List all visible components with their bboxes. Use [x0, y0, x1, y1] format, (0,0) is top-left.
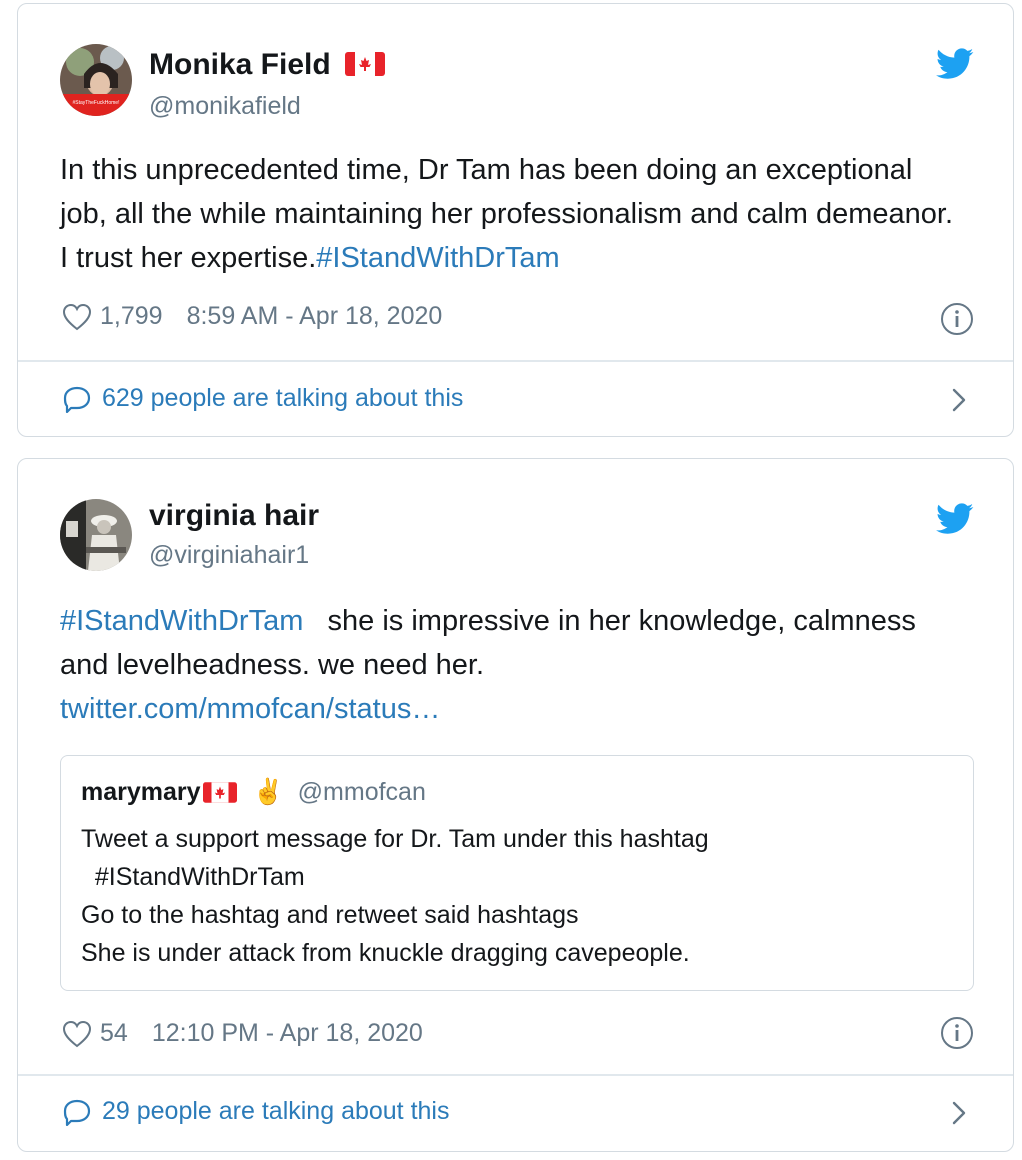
author-name[interactable]: virginia hair	[149, 499, 319, 533]
timestamp[interactable]: 12:10 PM - Apr 18, 2020	[152, 1019, 423, 1048]
quoted-author-handle: @mmofcan	[297, 778, 426, 806]
author-name[interactable]: Monika Field	[149, 48, 386, 82]
avatar[interactable]	[60, 499, 132, 571]
like-count[interactable]: 54	[100, 1019, 128, 1048]
conversation-count: 629 people are talking about this	[102, 384, 464, 412]
chevron-right-icon[interactable]	[950, 386, 968, 414]
hashtag-link[interactable]: #IStandWithDrTam	[60, 605, 303, 637]
tweet-card: #StayTheFuckHome! Monika Field @monikafi…	[17, 3, 1014, 437]
twitter-bird-icon[interactable]	[936, 503, 974, 535]
quoted-tweet[interactable]: marymary ✌️ @mmofcan Tweet a support mes…	[60, 755, 974, 991]
canada-flag	[202, 782, 237, 803]
twitter-bird-icon[interactable]	[936, 48, 974, 80]
heart-icon[interactable]	[62, 303, 92, 331]
heart-icon[interactable]	[62, 1020, 92, 1048]
quoted-tweet-text: Tweet a support message for Dr. Tam unde…	[81, 825, 709, 967]
tweet-card: virginia hair @virginiahair1 #IStandWith…	[17, 458, 1014, 1152]
canada-flag	[345, 52, 386, 77]
avatar-image	[60, 499, 132, 571]
reply-bubble-icon	[63, 386, 91, 413]
author-handle[interactable]: @virginiahair1	[149, 541, 309, 570]
info-icon[interactable]	[940, 302, 974, 336]
quoted-tweet-link[interactable]: twitter.com/mmofcan/status…	[60, 693, 440, 725]
tweet-meta: 1,799 8:59 AM - Apr 18, 2020	[62, 302, 442, 331]
reply-bubble-icon	[63, 1099, 91, 1126]
quoted-author-name: marymary	[81, 778, 201, 806]
victory-hand-emoji: ✌️	[252, 778, 284, 806]
hashtag-link[interactable]: #IStandWithDrTam	[316, 242, 559, 274]
tweet-text: #IStandWithDrTam she is impressive in he…	[60, 599, 940, 731]
chevron-right-icon[interactable]	[950, 1099, 968, 1127]
conversation-count: 29 people are talking about this	[102, 1097, 450, 1125]
timestamp[interactable]: 8:59 AM - Apr 18, 2020	[187, 302, 443, 331]
tweet-meta: 54 12:10 PM - Apr 18, 2020	[62, 1019, 423, 1048]
conversation-link[interactable]: 629 people are talking about this	[62, 384, 463, 413]
author-handle[interactable]: @monikafield	[149, 92, 301, 121]
like-count[interactable]: 1,799	[100, 302, 163, 331]
author-name-text: Monika Field	[149, 48, 331, 81]
avatar[interactable]: #StayTheFuckHome!	[60, 44, 132, 116]
divider	[18, 360, 1013, 362]
conversation-link[interactable]: 29 people are talking about this	[62, 1097, 449, 1126]
divider	[18, 1074, 1013, 1076]
quoted-tweet-header: marymary ✌️ @mmofcan	[81, 778, 426, 807]
tweet-text: In this unprecedented time, Dr Tam has b…	[60, 148, 960, 280]
avatar-caption: #StayTheFuckHome!	[72, 100, 120, 106]
info-icon[interactable]	[940, 1016, 974, 1050]
